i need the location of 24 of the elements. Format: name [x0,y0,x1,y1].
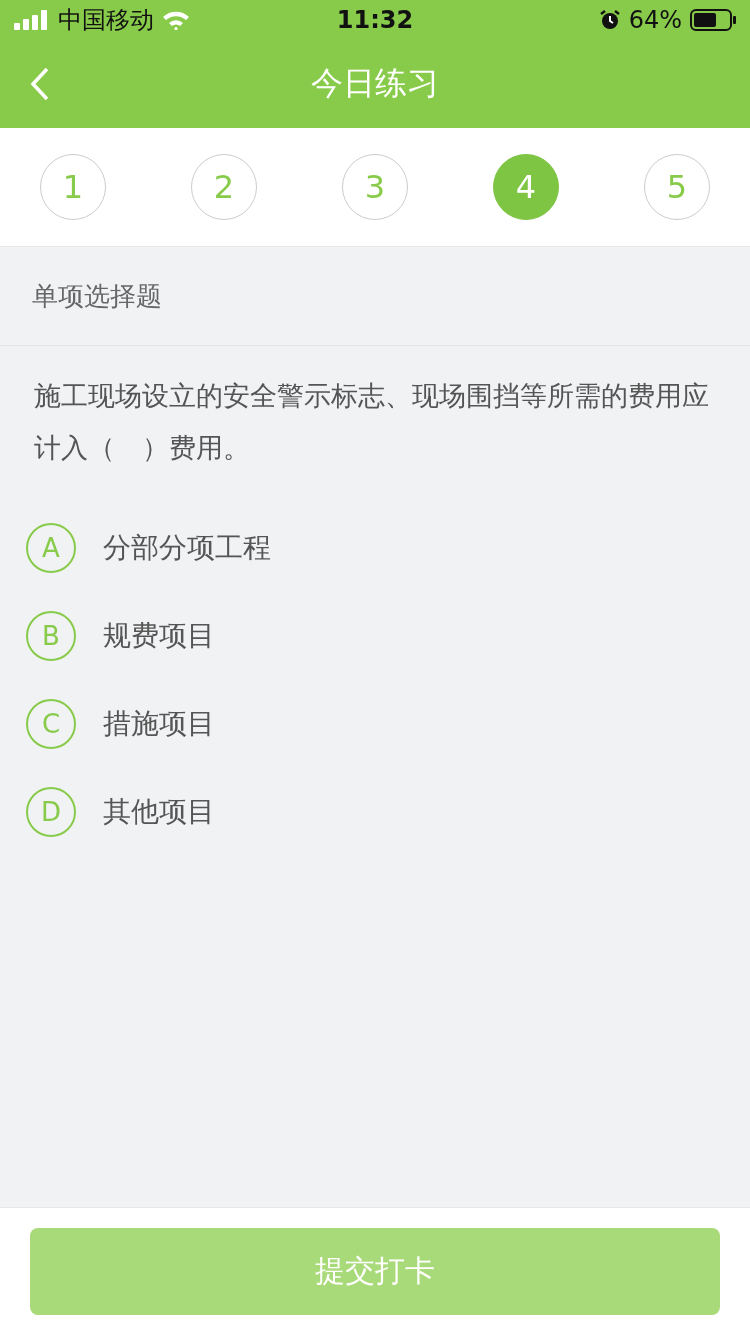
battery-icon [690,9,736,31]
option-text[interactable]: 分部分项工程 [103,529,271,567]
question-text: 施工现场设立的安全警示标志、现场围挡等所需的费用应计入（ ）费用。 [34,379,710,465]
wifi-icon [162,10,190,30]
battery-percent: 64% [628,6,682,34]
question-number-tab[interactable]: 2 [191,154,257,220]
page-title: 今日练习 [311,63,439,104]
option-radio[interactable]: B [26,611,76,661]
question-number-tab[interactable]: 1 [40,154,106,220]
option-text[interactable]: 其他项目 [103,793,215,831]
alarm-icon [598,9,621,31]
question-number-tab[interactable]: 3 [342,154,408,220]
option-text[interactable]: 措施项目 [103,705,215,743]
carrier-name: 中国移动 [58,5,154,36]
option-radio[interactable]: D [26,787,76,837]
option-radio[interactable]: C [26,699,76,749]
option-radio[interactable]: A [26,523,76,573]
signal-icon [14,10,50,30]
back-icon[interactable] [30,67,50,101]
clock-time: 11:32 [336,6,414,34]
question-number-tab[interactable]: 5 [644,154,710,220]
question-type: 单项选择题 [32,279,162,313]
option-text[interactable]: 规费项目 [103,617,215,655]
question-number-tab[interactable]: 4 [493,154,559,220]
